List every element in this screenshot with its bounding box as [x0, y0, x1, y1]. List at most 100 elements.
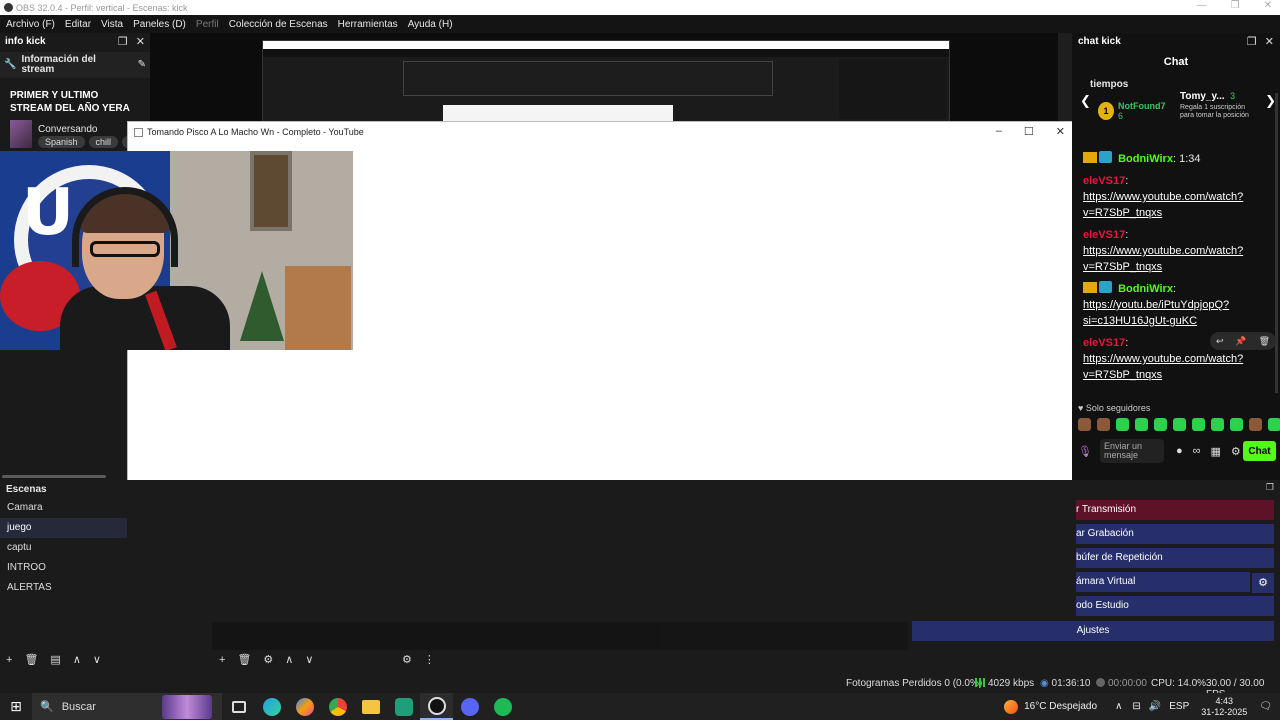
emote-icon[interactable]	[1154, 418, 1167, 431]
float-dock-icon[interactable]: ❐	[118, 35, 128, 48]
scene-item-captu[interactable]: captu	[0, 538, 127, 558]
scene-item-camara[interactable]: Camara	[0, 498, 127, 518]
menu-ayuda[interactable]: Ayuda (H)	[408, 19, 453, 30]
emote-icon[interactable]	[1078, 418, 1091, 431]
edge-icon[interactable]	[255, 693, 288, 720]
minimize-icon[interactable]: –	[996, 125, 1002, 138]
chat-username[interactable]: BodniWirx	[1118, 283, 1173, 295]
kick-logo-icon[interactable]: ●	[1176, 445, 1183, 458]
settings-button[interactable]: Ajustes	[912, 621, 1274, 641]
microphone-icon[interactable]: 🎙	[1078, 445, 1092, 458]
scene-item-introo[interactable]: INTROO	[0, 558, 127, 578]
emote-icon[interactable]	[1097, 418, 1110, 431]
close-icon[interactable]: ✕	[1056, 125, 1065, 138]
float-dock-icon[interactable]: ❐	[1266, 482, 1274, 493]
gift-icon[interactable]: ▦	[1210, 445, 1220, 458]
maximize-icon[interactable]: ❐	[1231, 0, 1240, 11]
chat-username[interactable]: eleVS17	[1083, 337, 1125, 349]
notification-icon[interactable]: 🗨	[1259, 701, 1272, 712]
chevron-up-icon[interactable]: ∧	[1115, 701, 1122, 712]
close-dock-icon[interactable]: ✕	[1265, 35, 1274, 48]
chat-username[interactable]: BodniWirx	[1118, 153, 1173, 165]
chat-link[interactable]: https://www.youtube.com/watch?v=R7SbP_tn…	[1083, 245, 1243, 273]
menu-vista[interactable]: Vista	[101, 19, 123, 30]
reply-icon[interactable]: ↩	[1216, 336, 1224, 347]
menu-paneles[interactable]: Paneles (D)	[133, 19, 186, 30]
filters-icon[interactable]: ▤	[50, 653, 60, 666]
chat-link[interactable]: https://youtu.be/iPtuYdpjopQ?si=c13HU16J…	[1083, 299, 1229, 327]
emote-icon[interactable]	[1268, 418, 1280, 431]
emote-icon[interactable]	[1249, 418, 1262, 431]
language-indicator[interactable]: ESP	[1169, 701, 1189, 712]
horizontal-scrollbar[interactable]	[2, 475, 106, 478]
move-down-icon[interactable]: ∨	[305, 653, 313, 666]
close-icon[interactable]: ✕	[1264, 0, 1272, 11]
tag-spanish[interactable]: Spanish	[38, 136, 85, 148]
move-up-icon[interactable]: ∧	[285, 653, 293, 666]
add-icon[interactable]: +	[6, 654, 12, 666]
chat-tab[interactable]: Chat	[1072, 51, 1280, 73]
copilot-icon[interactable]	[288, 693, 321, 720]
task-view-icon[interactable]	[222, 693, 255, 720]
taskbar-search[interactable]: 🔍 Buscar	[32, 693, 222, 720]
edit-pencil-icon[interactable]: ✎	[138, 60, 146, 70]
category-label: Conversando	[38, 123, 98, 135]
obs-icon[interactable]	[420, 693, 453, 720]
virtual-camera-button[interactable]: ámara Virtual	[1076, 572, 1250, 592]
speaker-icon[interactable]: 🔊	[1149, 701, 1161, 712]
broadcast-icon: ◉	[1040, 678, 1052, 689]
replay-buffer-button[interactable]: búfer de Repetición	[1076, 548, 1274, 568]
close-dock-icon[interactable]: ✕	[136, 35, 145, 48]
discord-icon[interactable]	[453, 693, 486, 720]
infinity-icon[interactable]: ∞	[1193, 445, 1201, 458]
maximize-icon[interactable]: ☐	[1024, 125, 1034, 138]
start-streaming-button[interactable]: r Transmisión	[1076, 500, 1274, 520]
emote-icon[interactable]	[1173, 418, 1186, 431]
weather-widget[interactable]: 16°C Despejado	[1004, 699, 1097, 714]
file-explorer-icon[interactable]	[354, 693, 387, 720]
emote-icon[interactable]	[1230, 418, 1243, 431]
emote-icon[interactable]	[1211, 418, 1224, 431]
chat-link[interactable]: https://www.youtube.com/watch?v=R7SbP_tn…	[1083, 191, 1243, 219]
chrome-icon[interactable]	[321, 693, 354, 720]
add-icon[interactable]: +	[219, 654, 225, 666]
menu-coleccion-escenas[interactable]: Colección de Escenas	[229, 19, 328, 30]
studio-mode-button[interactable]: odo Estudio	[1076, 596, 1274, 616]
chat-input[interactable]: Enviar un mensaje	[1099, 439, 1164, 463]
menu-archivo[interactable]: Archivo (F)	[6, 19, 55, 30]
more-menu-icon[interactable]: ⋮	[424, 653, 435, 666]
scene-item-juego[interactable]: juego	[0, 518, 127, 538]
windows-start-icon[interactable]: ⊞	[0, 698, 32, 715]
chat-username[interactable]: eleVS17	[1083, 229, 1125, 241]
gear-icon[interactable]: ⚙	[263, 653, 273, 666]
emote-icon[interactable]	[1135, 418, 1148, 431]
app-icon[interactable]	[387, 693, 420, 720]
menu-perfil[interactable]: Perfil	[196, 19, 219, 30]
menu-editar[interactable]: Editar	[65, 19, 91, 30]
send-chat-button[interactable]: Chat	[1243, 441, 1276, 461]
chevron-left-icon[interactable]: ❮	[1080, 93, 1091, 109]
emote-icon[interactable]	[1116, 418, 1129, 431]
menu-herramientas[interactable]: Herramientas	[338, 19, 398, 30]
virtual-camera-gear-icon[interactable]: ⚙	[1252, 573, 1274, 593]
chat-scrollbar[interactable]	[1275, 93, 1278, 393]
minimize-icon[interactable]: —	[1197, 0, 1207, 11]
spotify-icon[interactable]	[486, 693, 519, 720]
clock[interactable]: 4:43 31-12-2025	[1201, 696, 1247, 718]
advanced-audio-icon[interactable]: ⚙	[402, 653, 412, 666]
chat-username[interactable]: eleVS17	[1083, 175, 1125, 187]
trash-icon[interactable]: 🗑	[24, 653, 38, 666]
delete-icon[interactable]: 🗑	[1259, 336, 1270, 347]
tag-chill[interactable]: chill	[88, 136, 119, 148]
scene-item-alertas[interactable]: ALERTAS	[0, 578, 127, 598]
emote-icon[interactable]	[1192, 418, 1205, 431]
float-dock-icon[interactable]: ❐	[1247, 35, 1257, 48]
start-recording-button[interactable]: ar Grabación	[1076, 524, 1274, 544]
gear-icon[interactable]: ⚙	[1231, 445, 1241, 458]
move-up-icon[interactable]: ∧	[73, 653, 81, 666]
network-icon[interactable]: ⊟	[1132, 701, 1140, 712]
chat-link[interactable]: https://www.youtube.com/watch?v=R7SbP_tn…	[1083, 353, 1243, 381]
move-down-icon[interactable]: ∨	[93, 653, 101, 666]
pin-icon[interactable]: 📌	[1235, 336, 1246, 347]
trash-icon[interactable]: 🗑	[237, 653, 251, 666]
